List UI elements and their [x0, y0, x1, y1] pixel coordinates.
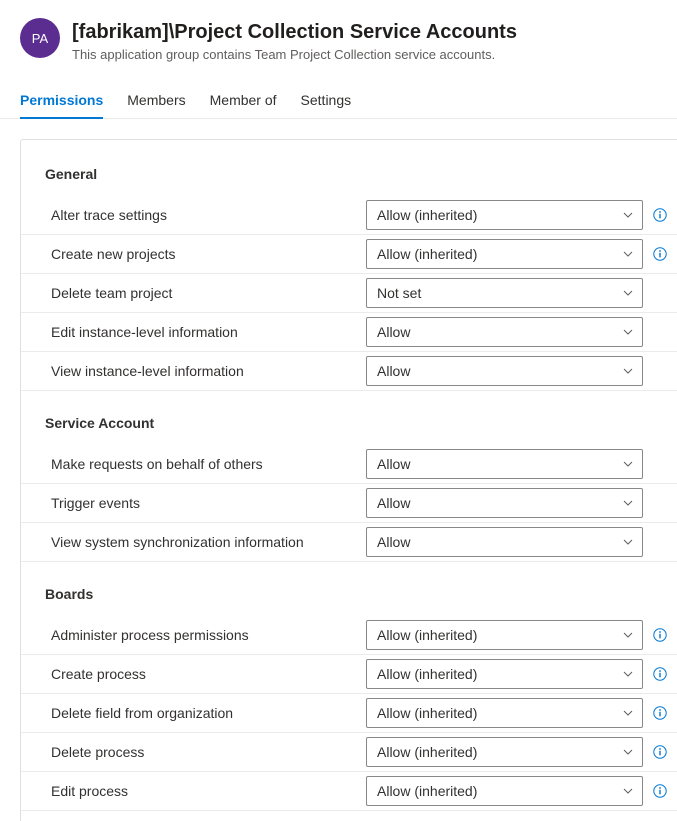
page-subtitle: This application group contains Team Pro… [72, 47, 517, 62]
permission-select[interactable]: Allow (inherited) [366, 239, 643, 269]
tab-member-of[interactable]: Member of [210, 86, 277, 118]
permission-select[interactable]: Allow (inherited) [366, 659, 643, 689]
permissions-panel: General Alter trace settings Allow (inheri… [20, 139, 677, 821]
permission-label: Create process [51, 666, 366, 682]
permission-label: Create new projects [51, 246, 366, 262]
chevron-down-icon [622, 785, 634, 797]
chevron-down-icon [622, 629, 634, 641]
permission-select[interactable]: Allow (inherited) [366, 737, 643, 767]
permission-select[interactable]: Allow (inherited) [366, 698, 643, 728]
permission-select[interactable]: Allow [366, 527, 643, 557]
info-icon[interactable] [651, 208, 669, 222]
info-icon[interactable] [651, 706, 669, 720]
permission-label: View instance-level information [51, 363, 366, 379]
permission-value: Allow (inherited) [377, 207, 477, 223]
permission-row: View system synchronization information A… [21, 523, 677, 562]
permission-value: Allow (inherited) [377, 627, 477, 643]
permission-select[interactable]: Allow [366, 317, 643, 347]
chevron-down-icon [622, 707, 634, 719]
permission-label: Administer process permissions [51, 627, 366, 643]
permission-value: Allow [377, 456, 410, 472]
permission-row: Administer process permissions Allow (inh… [21, 616, 677, 655]
chevron-down-icon [622, 536, 634, 548]
tab-permissions[interactable]: Permissions [20, 86, 103, 118]
permission-row: Delete team project Not set [21, 274, 677, 313]
page-title: [fabrikam]\Project Collection Service Ac… [72, 19, 517, 45]
chevron-down-icon [622, 365, 634, 377]
permission-value: Allow (inherited) [377, 705, 477, 721]
info-icon[interactable] [651, 667, 669, 681]
info-icon[interactable] [651, 784, 669, 798]
permission-row: Create new projects Allow (inherited) [21, 235, 677, 274]
chevron-down-icon [622, 746, 634, 758]
permission-value: Allow [377, 363, 410, 379]
permission-label: Delete process [51, 744, 366, 760]
tabs: Permissions Members Member of Settings [0, 74, 677, 119]
chevron-down-icon [622, 497, 634, 509]
permission-select[interactable]: Allow (inherited) [366, 620, 643, 650]
permission-row: Edit process Allow (inherited) [21, 772, 677, 811]
permission-row: Edit instance-level information Allow [21, 313, 677, 352]
section-title: General [21, 160, 677, 196]
permission-value: Allow (inherited) [377, 246, 477, 262]
permission-value: Allow [377, 534, 410, 550]
permission-row: Delete field from organization Allow (inh… [21, 694, 677, 733]
permission-row: Trigger events Allow [21, 484, 677, 523]
chevron-down-icon [622, 287, 634, 299]
permission-row: Create process Allow (inherited) [21, 655, 677, 694]
section-title: Service Account [21, 391, 677, 445]
permission-value: Not set [377, 285, 421, 301]
info-icon[interactable] [651, 247, 669, 261]
chevron-down-icon [622, 209, 634, 221]
chevron-down-icon [622, 326, 634, 338]
avatar: PA [20, 18, 60, 58]
chevron-down-icon [622, 668, 634, 680]
permission-label: Make requests on behalf of others [51, 456, 366, 472]
permission-label: View system synchronization information [51, 534, 366, 550]
permission-select[interactable]: Allow [366, 449, 643, 479]
chevron-down-icon [622, 458, 634, 470]
permission-row: Make requests on behalf of others Allow [21, 445, 677, 484]
permission-row: View instance-level information Allow [21, 352, 677, 391]
permission-select[interactable]: Allow [366, 356, 643, 386]
permission-value: Allow (inherited) [377, 744, 477, 760]
avatar-initials: PA [32, 31, 48, 46]
info-icon[interactable] [651, 628, 669, 642]
permission-select[interactable]: Allow [366, 488, 643, 518]
permission-label: Alter trace settings [51, 207, 366, 223]
permission-label: Trigger events [51, 495, 366, 511]
header-text: [fabrikam]\Project Collection Service Ac… [72, 18, 517, 62]
permission-value: Allow [377, 324, 410, 340]
permission-select[interactable]: Allow (inherited) [366, 776, 643, 806]
permission-label: Delete field from organization [51, 705, 366, 721]
tab-settings[interactable]: Settings [301, 86, 352, 118]
permission-value: Allow [377, 495, 410, 511]
permission-row: Alter trace settings Allow (inherited) [21, 196, 677, 235]
permission-label: Edit instance-level information [51, 324, 366, 340]
chevron-down-icon [622, 248, 634, 260]
permission-select[interactable]: Not set [366, 278, 643, 308]
tab-members[interactable]: Members [127, 86, 185, 118]
permission-label: Edit process [51, 783, 366, 799]
permission-value: Allow (inherited) [377, 666, 477, 682]
permission-label: Delete team project [51, 285, 366, 301]
page-header: PA [fabrikam]\Project Collection Service… [0, 0, 677, 74]
permission-value: Allow (inherited) [377, 783, 477, 799]
info-icon[interactable] [651, 745, 669, 759]
permission-select[interactable]: Allow (inherited) [366, 200, 643, 230]
section-title: Boards [21, 562, 677, 616]
